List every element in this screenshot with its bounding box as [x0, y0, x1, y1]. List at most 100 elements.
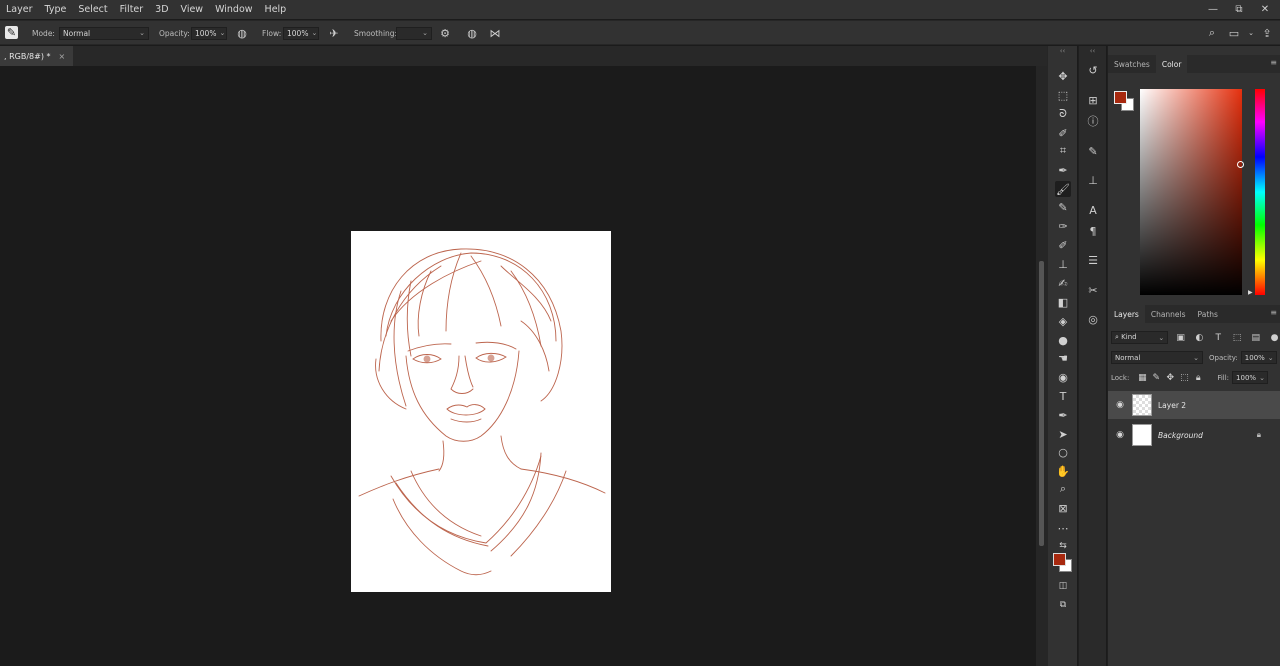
lock-all-icon[interactable]: 🔒︎ — [1191, 373, 1205, 383]
tools-icon[interactable]: ✂ — [1085, 282, 1101, 298]
fill-field[interactable]: 100% ⌄ — [1232, 371, 1269, 384]
blend-mode-dropdown[interactable]: Normal ⌄ — [1111, 351, 1203, 364]
move-icon[interactable]: ✥ — [1055, 68, 1071, 84]
info-icon[interactable]: ⓘ — [1085, 113, 1101, 129]
tab-color[interactable]: Color — [1155, 55, 1188, 73]
color-picker-ring[interactable] — [1237, 161, 1244, 168]
more-icon[interactable]: ⋯ — [1055, 520, 1071, 536]
history-brush-icon[interactable]: ✐ — [1055, 237, 1071, 253]
blur-icon[interactable]: ● — [1055, 332, 1071, 348]
smart-object-filter-icon[interactable]: ▤ — [1249, 333, 1262, 343]
share-icon[interactable]: ⇪ — [1260, 26, 1274, 40]
quick-select-icon[interactable]: ✐ — [1055, 125, 1071, 141]
zoom-icon[interactable]: ⌕ — [1055, 481, 1071, 497]
pixel-filter-icon[interactable]: ▣ — [1174, 333, 1187, 343]
lock-transparent-icon[interactable]: ▦ — [1135, 373, 1149, 383]
quick-mask-icon[interactable]: ◫ — [1055, 578, 1071, 594]
mode-dropdown[interactable]: Normal ⌄ — [59, 26, 149, 40]
adjustments-icon[interactable]: ☰ — [1085, 252, 1101, 268]
layer-opacity-field[interactable]: 100% ⌄ — [1240, 351, 1277, 364]
shape-filter-icon[interactable]: ⬚ — [1231, 333, 1244, 343]
scrollbar-thumb[interactable] — [1039, 261, 1044, 546]
close-window-button[interactable]: ✕ — [1258, 4, 1272, 15]
vertical-scrollbar[interactable] — [1036, 66, 1047, 666]
pressure-size-icon[interactable]: ◍ — [465, 26, 479, 40]
properties-icon[interactable]: ⊞ — [1085, 92, 1101, 108]
hue-marker-icon[interactable]: ▶ — [1248, 289, 1253, 296]
lock-artboard-icon[interactable]: ⬚ — [1177, 373, 1191, 383]
smoothing-field[interactable]: ⌄ — [396, 26, 432, 40]
menu-select[interactable]: Select — [72, 0, 113, 19]
type-filter-icon[interactable]: T — [1212, 333, 1225, 343]
path-select-icon[interactable]: ➤ — [1055, 426, 1071, 442]
pencil-icon[interactable]: ✎ — [1055, 199, 1071, 215]
filter-toggle-icon[interactable]: ● — [1268, 333, 1280, 343]
restore-button[interactable]: ⧉ — [1232, 4, 1246, 15]
brush-icon[interactable]: 🖌 — [1055, 181, 1071, 197]
panel-menu-icon[interactable]: ≡ — [1270, 58, 1277, 67]
document-tab[interactable]: , RGB/8#) * × — [0, 46, 74, 66]
flow-field[interactable]: 100% ⌄ — [283, 26, 319, 40]
kind-filter-dropdown[interactable]: ⌕ Kind ⌄ — [1111, 331, 1169, 344]
menu-view[interactable]: View — [175, 0, 210, 19]
gear-icon[interactable]: ⚙ — [438, 26, 452, 40]
swap-colors-icon[interactable]: ⇆ — [1055, 538, 1071, 554]
clone-brush-icon[interactable]: ✑ — [1055, 218, 1071, 234]
paint-bucket-icon[interactable]: ◈ — [1055, 313, 1071, 329]
pressure-opacity-icon[interactable]: ◍ — [235, 26, 249, 40]
chevron-down-icon: ⌄ — [422, 28, 428, 37]
brush-settings-icon[interactable]: ✎ — [1085, 143, 1101, 159]
tab-swatches[interactable]: Swatches — [1108, 55, 1156, 73]
collapse-icon[interactable]: ‹‹ — [1048, 46, 1077, 56]
minimize-button[interactable]: — — [1206, 4, 1220, 15]
close-icon[interactable]: × — [58, 52, 65, 61]
libraries-icon[interactable]: ◎ — [1085, 311, 1101, 327]
mixer-brush-icon[interactable]: ✍ — [1055, 275, 1071, 291]
collapse-icon[interactable]: ‹‹ — [1079, 46, 1106, 56]
foreground-color-swatch[interactable] — [1053, 553, 1066, 566]
menu-filter[interactable]: Filter — [114, 0, 150, 19]
menu-type[interactable]: Type — [39, 0, 73, 19]
chevron-down-icon: ⌄ — [1158, 333, 1165, 342]
lock-position-icon[interactable]: ✥ — [1163, 373, 1177, 383]
lasso-icon[interactable]: ᘐ — [1055, 106, 1071, 122]
hand-icon[interactable]: ✋ — [1055, 463, 1071, 479]
menu-3d[interactable]: 3D — [149, 0, 174, 19]
screen-mode-icon[interactable]: ⧉ — [1055, 597, 1071, 613]
hue-slider[interactable] — [1255, 89, 1265, 295]
paragraph-icon[interactable]: ¶ — [1085, 223, 1101, 239]
character-icon[interactable]: A — [1085, 202, 1101, 218]
type-icon[interactable]: T — [1055, 388, 1071, 404]
color-field[interactable] — [1140, 89, 1242, 295]
symmetry-icon[interactable]: ⋈ — [488, 26, 502, 40]
eye-icon[interactable]: ◉ — [1110, 400, 1130, 410]
frame-icon[interactable]: ⊠ — [1055, 500, 1071, 516]
layer-row[interactable]: ◉ Background 🔒︎ — [1108, 421, 1280, 449]
stamp-icon[interactable]: ⊥ — [1055, 256, 1071, 272]
airbrush-icon[interactable]: ✈ — [327, 26, 341, 40]
search-icon[interactable]: ⌕ — [1205, 26, 1219, 40]
pen-icon[interactable]: ✒ — [1055, 407, 1071, 423]
layer-row[interactable]: ◉ Layer 2 — [1108, 391, 1280, 419]
crop-icon[interactable]: ⌗ — [1055, 143, 1071, 159]
brush-preset-icon[interactable]: ✎ — [5, 26, 18, 39]
artboard[interactable] — [351, 231, 611, 592]
smudge-icon[interactable]: ☚ — [1055, 350, 1071, 366]
dodge-icon[interactable]: ◉ — [1055, 369, 1071, 385]
lock-image-icon[interactable]: ✎ — [1149, 373, 1163, 383]
foreground-swatch[interactable] — [1114, 91, 1127, 104]
marquee-icon[interactable]: ⬚ — [1055, 87, 1071, 103]
menu-help[interactable]: Help — [259, 0, 293, 19]
eye-icon[interactable]: ◉ — [1110, 430, 1130, 440]
workspace-icon[interactable]: ▭ — [1227, 26, 1241, 40]
history-icon[interactable]: ↺ — [1085, 62, 1101, 78]
eraser-icon[interactable]: ◧ — [1055, 294, 1071, 310]
clone-source-icon[interactable]: ⊥ — [1085, 172, 1101, 188]
opacity-field[interactable]: 100% ⌄ — [191, 26, 227, 40]
menu-window[interactable]: Window — [209, 0, 258, 19]
chevron-down-icon[interactable]: ⌄ — [1244, 26, 1258, 40]
ellipse-icon[interactable]: ○ — [1055, 444, 1071, 460]
adjustment-filter-icon[interactable]: ◐ — [1193, 333, 1206, 343]
menu-layer[interactable]: Layer — [0, 0, 39, 19]
eyedropper-icon[interactable]: ✒ — [1055, 162, 1071, 178]
